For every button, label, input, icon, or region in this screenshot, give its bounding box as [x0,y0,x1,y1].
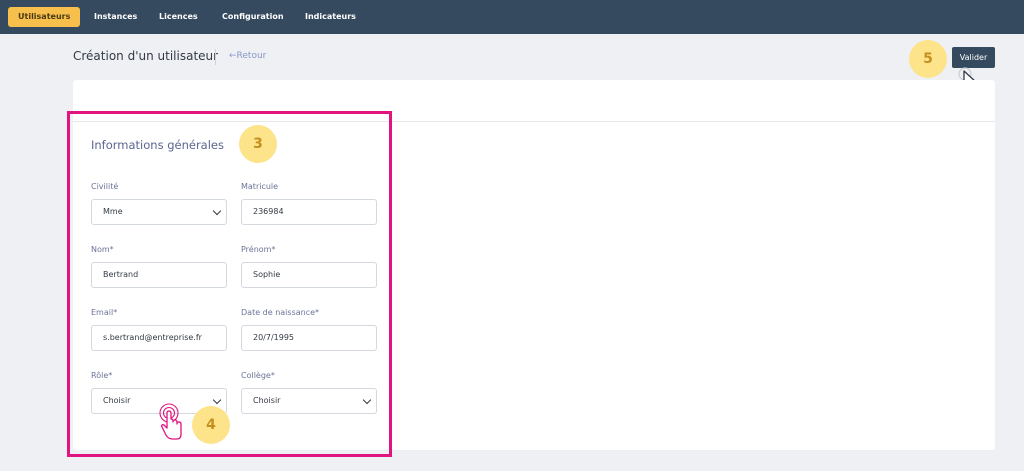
civilite-label: Civilité [91,182,119,191]
tab-indicateurs[interactable]: Indicateurs [295,7,366,27]
chevron-down-icon [212,206,222,216]
college-select[interactable]: Choisir [241,388,377,414]
naissance-label: Date de naissance* [241,308,320,317]
validate-button[interactable]: Valider [952,47,995,68]
role-label: Rôle* [91,371,113,380]
step-badge-3: 3 [239,125,277,163]
college-label: Collège* [241,371,275,380]
tab-licences[interactable]: Licences [149,7,208,27]
header-divider [215,49,216,65]
page-title: Création d'un utilisateur [73,49,219,63]
civilite-select[interactable]: Mme [91,199,227,225]
chevron-down-icon [362,395,372,405]
nom-label: Nom* [91,245,114,254]
civilite-value: Mme [103,207,123,216]
tab-utilisateurs[interactable]: Utilisateurs [8,7,81,27]
chevron-down-icon [212,395,222,405]
matricule-label: Matricule [241,182,279,191]
step-badge-4: 4 [192,406,230,444]
tap-hand-icon [159,403,182,440]
email-input[interactable]: s.bertrand@entreprise.fr [91,325,227,351]
section-title: Informations générales [91,138,224,152]
email-label: Email* [91,308,118,317]
top-navigation: Utilisateurs Instances Licences Configur… [0,0,1024,34]
role-value: Choisir [103,396,131,405]
prenom-label: Prénom* [241,245,276,254]
college-value: Choisir [253,396,281,405]
tab-configuration[interactable]: Configuration [212,7,294,27]
back-link[interactable]: ←Retour [229,51,266,61]
step-badge-5: 5 [909,40,947,78]
birthdate-input[interactable]: 20/7/1995 [241,325,377,351]
nom-input[interactable]: Bertrand [91,262,227,288]
matricule-input[interactable]: 236984 [241,199,377,225]
tab-instances[interactable]: Instances [84,7,147,27]
prenom-input[interactable]: Sophie [241,262,377,288]
